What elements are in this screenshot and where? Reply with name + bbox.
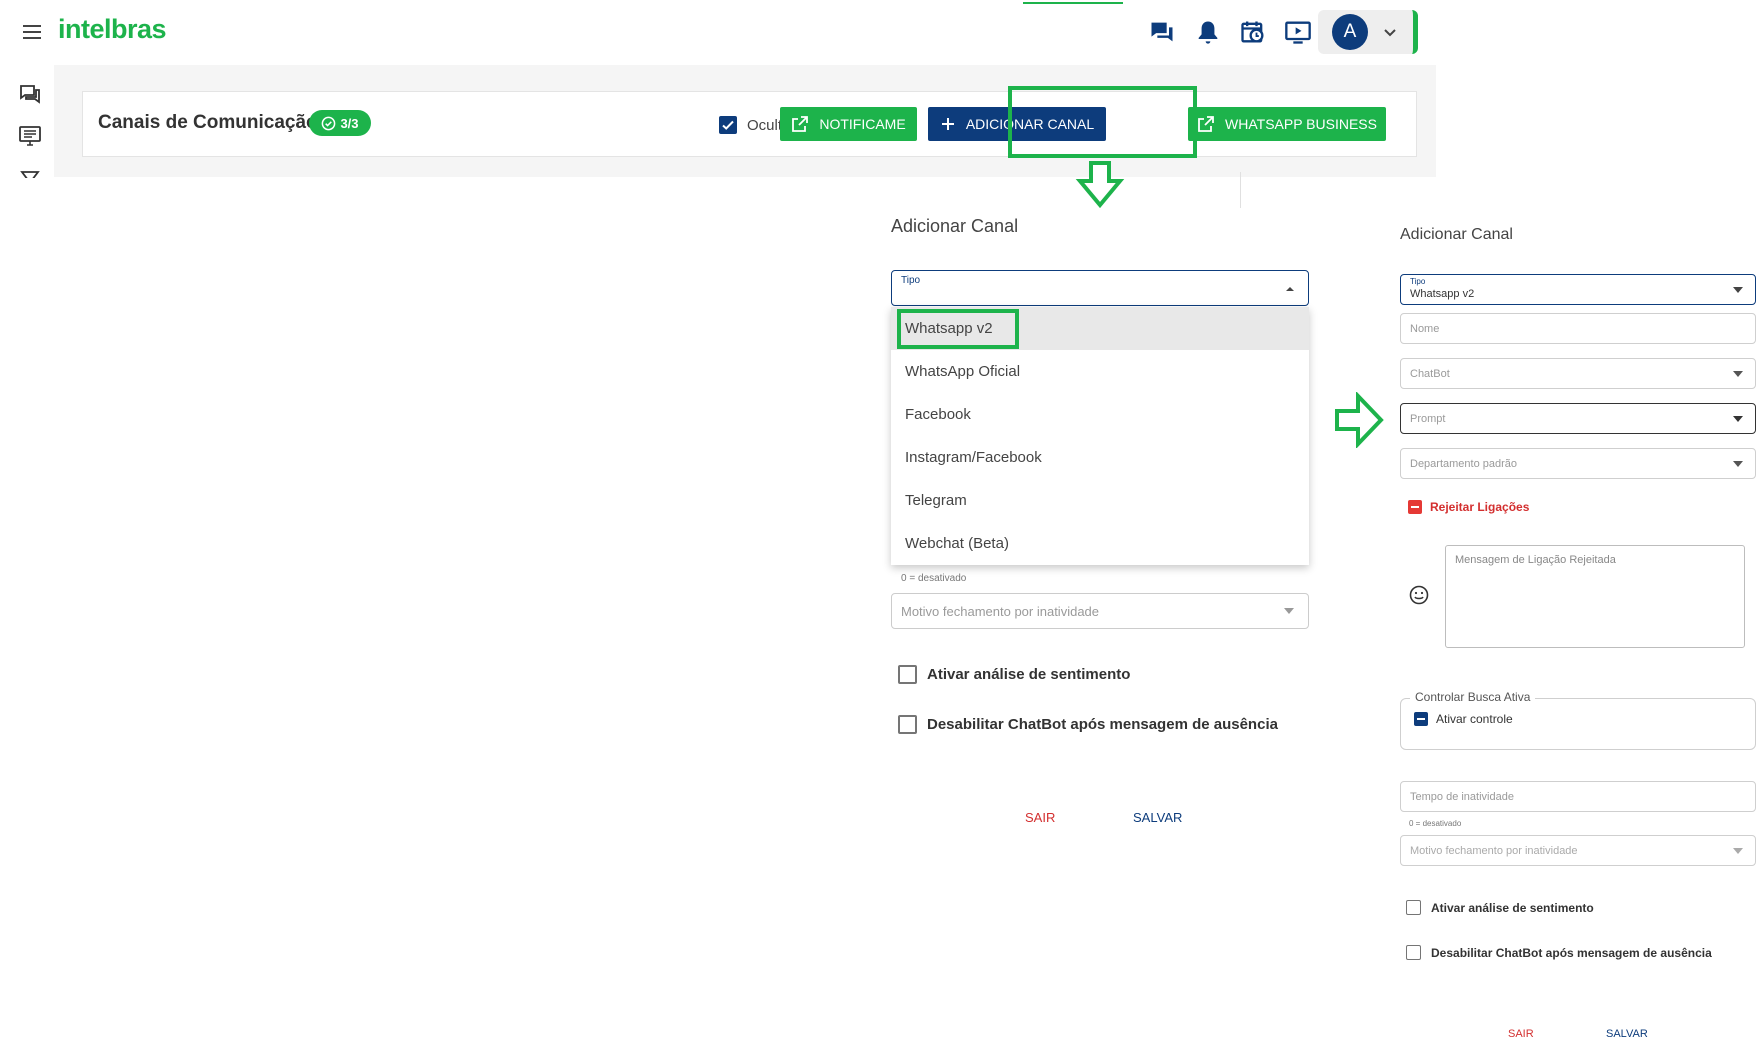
- plus-icon: [941, 118, 954, 130]
- sidebar-monitor-icon[interactable]: [18, 124, 42, 148]
- reject-calls-checkbox[interactable]: Rejeitar Ligações: [1408, 500, 1529, 514]
- exit-button[interactable]: SAIR: [1025, 810, 1055, 825]
- save-button[interactable]: SALVAR: [1133, 810, 1182, 825]
- external-link-icon: [1198, 116, 1214, 132]
- disable-chatbot-label: Desabilitar ChatBot após mensagem de aus…: [1431, 945, 1712, 960]
- department-placeholder: Departamento padrão: [1410, 458, 1518, 470]
- caret-down-icon: [1733, 416, 1743, 422]
- tipo-label: Tipo: [901, 275, 921, 286]
- user-menu[interactable]: A: [1318, 10, 1418, 54]
- caret-down-icon: [1733, 461, 1743, 467]
- active-control-checkbox[interactable]: Ativar controle: [1414, 712, 1513, 726]
- arrow-right-icon: [1334, 392, 1384, 448]
- disable-chatbot-label: Desabilitar ChatBot após mensagem de aus…: [927, 716, 1278, 733]
- checkbox-empty-icon: [1406, 900, 1421, 915]
- check-circle-icon: [322, 116, 336, 130]
- inactivity-time-placeholder: Tempo de inatividade: [1410, 791, 1514, 803]
- highlight-whatsapp-v2: [897, 309, 1019, 349]
- checkbox-empty-icon: [898, 665, 917, 684]
- external-link-icon: [792, 116, 809, 132]
- chatbot-placeholder: ChatBot: [1410, 368, 1450, 380]
- motivo-select[interactable]: Motivo fechamento por inatividade: [1400, 835, 1756, 866]
- active-control-label: Ativar controle: [1436, 712, 1513, 726]
- checkbox-indeterminate-icon: [1414, 712, 1428, 726]
- arrow-down-icon: [1075, 160, 1125, 208]
- dialog-title: Adicionar Canal: [891, 216, 1019, 236]
- motivo-placeholder: Motivo fechamento por inatividade: [1410, 845, 1578, 857]
- notificame-button[interactable]: NOTIFICAME: [780, 107, 917, 141]
- reject-calls-label: Rejeitar Ligações: [1430, 500, 1530, 514]
- sentiment-checkbox[interactable]: Ativar análise de sentimento: [898, 665, 1130, 684]
- whatsapp-business-button[interactable]: WHATSAPP BUSINESS: [1188, 107, 1386, 141]
- prompt-select[interactable]: Prompt: [1400, 403, 1756, 434]
- calendar-clock-icon[interactable]: [1239, 18, 1267, 46]
- top-bar: intelbras A: [0, 0, 1440, 64]
- avatar: A: [1332, 14, 1368, 50]
- sidebar-chat-icon[interactable]: [18, 82, 42, 106]
- highlight-add-channel: [1008, 86, 1197, 158]
- caret-down-icon: [1284, 608, 1294, 614]
- motivo-placeholder: Motivo fechamento por inatividade: [901, 604, 1100, 619]
- disable-chatbot-checkbox[interactable]: Desabilitar ChatBot após mensagem de aus…: [1406, 945, 1712, 960]
- rejected-call-message-textarea[interactable]: Mensagem de Ligação Rejeitada: [1445, 545, 1745, 648]
- inactivity-time-input[interactable]: Tempo de inatividade: [1400, 781, 1756, 812]
- exit-button[interactable]: SAIR: [1508, 1028, 1534, 1040]
- inactivity-hint: 0 = desativado: [1409, 819, 1462, 828]
- emoji-icon[interactable]: [1409, 585, 1429, 605]
- chevron-down-icon: [1380, 22, 1400, 42]
- dialog-title: Adicionar Canal: [1400, 226, 1513, 243]
- status-badge: 3/3: [309, 110, 371, 136]
- presentation-icon[interactable]: [1284, 18, 1312, 46]
- checkbox-empty-icon: [898, 715, 917, 734]
- divider: [1240, 172, 1241, 208]
- option-telegram[interactable]: Telegram: [891, 479, 1309, 522]
- intelbras-logo: intelbras: [58, 14, 167, 44]
- disable-chatbot-checkbox[interactable]: Desabilitar ChatBot após mensagem de aus…: [898, 715, 1278, 734]
- caret-down-icon: [1733, 287, 1743, 293]
- save-button[interactable]: SALVAR: [1606, 1028, 1648, 1040]
- caret-down-icon: [1733, 371, 1743, 377]
- option-webchat[interactable]: Webchat (Beta): [891, 522, 1309, 565]
- option-facebook[interactable]: Facebook: [891, 393, 1309, 436]
- hamburger-menu-icon[interactable]: [20, 20, 44, 44]
- caret-up-icon: [1284, 285, 1296, 293]
- sidebar-filter-icon[interactable]: [18, 168, 42, 178]
- inactivity-hint: 0 = desativado: [901, 573, 967, 584]
- name-placeholder: Nome: [1410, 323, 1440, 335]
- tipo-select[interactable]: Tipo: [891, 270, 1309, 306]
- option-instagram-facebook[interactable]: Instagram/Facebook: [891, 436, 1309, 479]
- name-input[interactable]: Nome: [1400, 313, 1756, 344]
- tipo-label: Tipo: [1410, 277, 1426, 286]
- tipo-value: Whatsapp v2: [1410, 288, 1475, 300]
- checkbox-empty-icon: [1406, 945, 1421, 960]
- active-search-legend: Controlar Busca Ativa: [1410, 690, 1536, 704]
- bell-icon[interactable]: [1194, 18, 1222, 46]
- chatbot-select[interactable]: ChatBot: [1400, 358, 1756, 389]
- sentiment-checkbox[interactable]: Ativar análise de sentimento: [1406, 900, 1594, 915]
- sentiment-label: Ativar análise de sentimento: [927, 666, 1131, 683]
- checkbox-checked-icon: [719, 116, 737, 134]
- whatsapp-business-label: WHATSAPP BUSINESS: [1225, 116, 1377, 132]
- page-title: Canais de Comunicação: [98, 112, 318, 133]
- department-select[interactable]: Departamento padrão: [1400, 448, 1756, 479]
- tab-indicator: [1023, 0, 1123, 4]
- caret-down-icon: [1733, 848, 1743, 854]
- tipo-select[interactable]: Tipo Whatsapp v2: [1400, 274, 1756, 305]
- sentiment-label: Ativar análise de sentimento: [1431, 900, 1594, 915]
- option-whatsapp-oficial[interactable]: WhatsApp Oficial: [891, 350, 1309, 393]
- motivo-select[interactable]: Motivo fechamento por inatividade: [891, 593, 1309, 629]
- prompt-placeholder: Prompt: [1410, 413, 1446, 425]
- badge-count: 3/3: [340, 115, 359, 131]
- checkbox-indeterminate-icon: [1408, 500, 1422, 514]
- notificame-label: NOTIFICAME: [819, 116, 906, 132]
- chat-icon[interactable]: [1148, 18, 1176, 46]
